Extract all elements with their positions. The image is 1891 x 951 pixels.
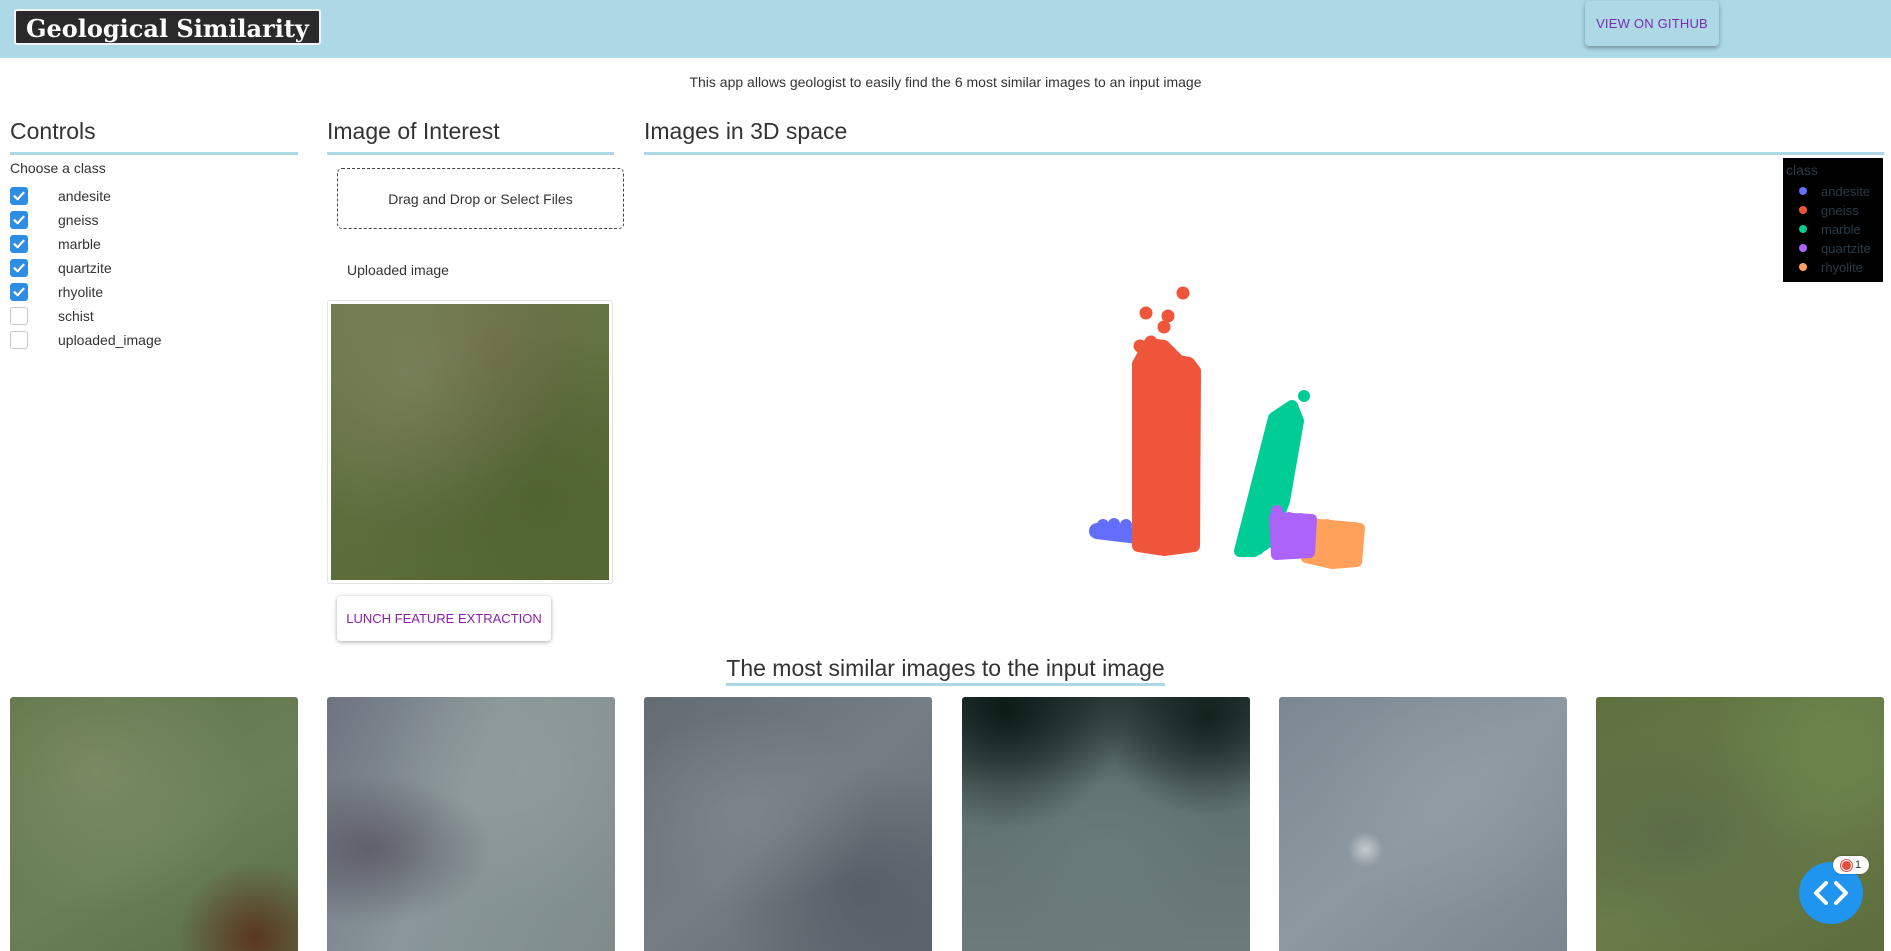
- class-option-andesite[interactable]: andesite: [10, 184, 162, 208]
- class-option-uploaded-image[interactable]: uploaded_image: [10, 328, 162, 352]
- similar-image-2: [327, 697, 615, 951]
- legend-item-marble[interactable]: marble: [1799, 220, 1861, 238]
- class-label: marble: [58, 236, 101, 252]
- legend-marker: [1799, 225, 1807, 233]
- similar-image-3: [644, 697, 932, 951]
- series-gneiss: [1132, 286, 1201, 556]
- plot-legend: class andesite gneiss marble quartzite r…: [1783, 158, 1883, 282]
- launch-feature-extraction-button[interactable]: LUNCH FEATURE EXTRACTION: [337, 596, 551, 641]
- checkbox-andesite[interactable]: [10, 187, 28, 205]
- class-label: gneiss: [58, 212, 99, 228]
- legend-label: quartzite: [1821, 240, 1871, 256]
- legend-marker: [1799, 244, 1807, 252]
- class-option-quartzite[interactable]: quartzite: [10, 256, 162, 280]
- legend-marker: [1799, 187, 1807, 195]
- similar-image-4: [962, 697, 1250, 951]
- choose-class-label: Choose a class: [10, 160, 106, 176]
- checkbox-uploaded-image[interactable]: [10, 331, 28, 349]
- controls-title: Controls: [10, 118, 298, 155]
- uploaded-image-frame: [327, 300, 613, 584]
- legend-item-andesite[interactable]: andesite: [1799, 182, 1870, 200]
- legend-label: marble: [1821, 221, 1861, 237]
- plot-title: Images in 3D space: [644, 118, 1884, 155]
- error-count-badge[interactable]: 1: [1833, 856, 1869, 874]
- legend-label: rhyolite: [1821, 259, 1863, 275]
- class-checklist: andesite gneiss marble quartzite rhyolit…: [10, 184, 162, 352]
- class-option-marble[interactable]: marble: [10, 232, 162, 256]
- similar-images-title: The most similar images to the input ima…: [726, 655, 1165, 686]
- class-option-gneiss[interactable]: gneiss: [10, 208, 162, 232]
- checkbox-marble[interactable]: [10, 235, 28, 253]
- app-title: Geological Similarity: [14, 9, 321, 45]
- image-of-interest-title: Image of Interest: [327, 118, 614, 155]
- legend-item-gneiss[interactable]: gneiss: [1799, 201, 1859, 219]
- checkbox-rhyolite[interactable]: [10, 283, 28, 301]
- scatter-3d-plot[interactable]: [644, 156, 1884, 626]
- uploaded-image: [331, 304, 609, 580]
- legend-item-quartzite[interactable]: quartzite: [1799, 239, 1871, 257]
- class-label: quartzite: [58, 260, 112, 276]
- similar-image-5: [1279, 697, 1567, 951]
- class-label: rhyolite: [58, 284, 104, 300]
- intro-text: This app allows geologist to easily find…: [689, 74, 1202, 90]
- class-label: andesite: [58, 188, 111, 204]
- legend-item-rhyolite[interactable]: rhyolite: [1799, 258, 1863, 276]
- class-label: schist: [58, 308, 94, 324]
- legend-marker: [1799, 206, 1807, 214]
- top-bar: Geological Similarity VIEW ON GITHUB: [0, 0, 1891, 58]
- legend-label: gneiss: [1821, 202, 1859, 218]
- legend-marker: [1799, 263, 1807, 271]
- class-label: uploaded_image: [58, 332, 162, 348]
- series-quartzite: [1269, 505, 1317, 560]
- dropzone-text: Drag and Drop or Select Files: [388, 190, 573, 207]
- file-dropzone[interactable]: Drag and Drop or Select Files: [337, 168, 624, 229]
- checkbox-gneiss[interactable]: [10, 211, 28, 229]
- checkbox-schist[interactable]: [10, 307, 28, 325]
- view-on-github-button[interactable]: VIEW ON GITHUB: [1585, 1, 1719, 46]
- class-option-rhyolite[interactable]: rhyolite: [10, 280, 162, 304]
- similar-image-1: [10, 697, 298, 951]
- uploaded-image-label: Uploaded image: [347, 262, 449, 278]
- legend-title: class: [1786, 162, 1818, 178]
- checkbox-quartzite[interactable]: [10, 259, 28, 277]
- error-count: 1: [1854, 859, 1862, 871]
- class-option-schist[interactable]: schist: [10, 304, 162, 328]
- legend-label: andesite: [1821, 183, 1871, 199]
- code-brackets-icon: [1814, 881, 1848, 905]
- error-dot-icon: [1840, 859, 1852, 871]
- similar-images-section: The most similar images to the input ima…: [0, 655, 1891, 686]
